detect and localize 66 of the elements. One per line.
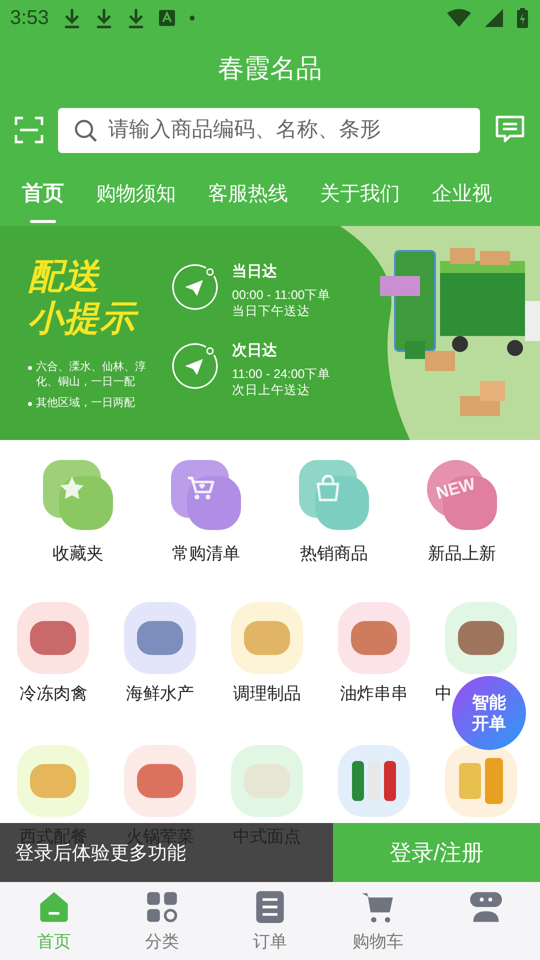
nav-item[interactable]: 分类 <box>117 890 207 953</box>
message-icon[interactable] <box>494 115 526 145</box>
grid-icon <box>145 890 179 924</box>
category-label[interactable]: 油炸串串 <box>340 682 408 705</box>
food-photo[interactable] <box>17 602 90 674</box>
food-photo[interactable] <box>124 745 196 817</box>
nav-tab[interactable]: 购物须知 <box>96 162 176 224</box>
home-icon <box>37 890 71 924</box>
cart-icon <box>361 890 395 924</box>
signal-icon <box>485 9 503 27</box>
notification-dot: • <box>188 8 196 28</box>
app-title: 春霞名品 <box>218 52 322 84</box>
bullet-dot <box>28 402 32 406</box>
order-time: 00:00 - 11:00下单 <box>232 287 331 303</box>
delivery-note: 其他区域，一日两配 <box>36 396 135 411</box>
banner-headline: 配送 <box>28 256 101 298</box>
keyboard-icon <box>158 10 175 26</box>
option-title: 当日达 <box>232 262 278 281</box>
option-title: 次日达 <box>232 341 278 360</box>
search-icon <box>74 118 98 142</box>
paper-plane-icon <box>170 262 220 312</box>
shortcut-label[interactable]: 热销商品 <box>300 542 368 565</box>
wifi-icon <box>447 9 471 27</box>
paper-plane-icon <box>170 341 220 391</box>
nav-tab[interactable]: 客服热线 <box>208 162 288 224</box>
login-register-button[interactable]: 登录/注册 <box>333 823 540 882</box>
food-photo[interactable] <box>230 602 303 674</box>
shortcut-label[interactable]: 新品上新 <box>428 542 496 565</box>
order-time: 11:00 - 24:00下单 <box>232 366 331 382</box>
nav-tab[interactable]: 首页 <box>22 161 64 225</box>
nav-item[interactable]: 订单 <box>225 890 315 953</box>
document-icon <box>253 890 287 924</box>
nav-tab[interactable]: 企业视 <box>432 162 492 224</box>
category-label[interactable]: 海鲜水产 <box>126 682 194 705</box>
bullet-dot <box>28 366 32 370</box>
food-photo[interactable] <box>17 745 90 817</box>
arrival-time: 当日下午送达 <box>232 303 311 319</box>
download-icon <box>94 7 113 29</box>
food-photo[interactable] <box>444 602 517 674</box>
download-icon <box>126 7 145 29</box>
chat-icon <box>469 890 503 924</box>
bag-icon[interactable] <box>299 460 369 530</box>
food-photo[interactable] <box>338 602 410 674</box>
nav-item[interactable]: 首页 <box>9 890 99 953</box>
smart-order-button[interactable]: 智能开单 <box>452 676 526 750</box>
scan-icon[interactable] <box>14 115 44 145</box>
category-label[interactable]: 调理制品 <box>232 682 301 705</box>
delivery-note: 六合、溧水、仙林、淳化、铜山，一日一配 <box>36 360 147 390</box>
banner-headline: 小提示 <box>28 298 170 340</box>
star-icon[interactable] <box>43 460 113 530</box>
download-icon <box>62 7 81 29</box>
shortcut-label[interactable]: 收藏夹 <box>52 542 104 565</box>
drinks-photo[interactable] <box>338 745 410 817</box>
delivery-banner[interactable]: 配送 小提示 六合、溧水、仙林、淳化、铜山，一日一配 其他区域，一日两配 当日达 00:00 - 11:00下单 当日下午送达 次日达 11:00 - 24:00下单 次日上午送达 <box>0 226 540 440</box>
status-time: 3:53 <box>10 6 49 30</box>
nav-item[interactable]: 购物车 <box>333 890 423 953</box>
cart-icon[interactable] <box>171 460 241 530</box>
battery-icon <box>517 8 528 28</box>
nav-tab[interactable]: 关于我们 <box>320 162 400 224</box>
category-label[interactable]: 中 <box>435 682 452 705</box>
shortcut-label[interactable]: 常购清单 <box>172 542 240 565</box>
search-field[interactable]: 请输入商品编码、名称、条形 <box>58 108 480 152</box>
groceries-photo[interactable] <box>444 745 517 817</box>
arrival-time: 次日上午送达 <box>232 382 311 398</box>
food-photo[interactable] <box>124 602 196 674</box>
category-label[interactable]: 冷冻肉禽 <box>19 682 88 705</box>
